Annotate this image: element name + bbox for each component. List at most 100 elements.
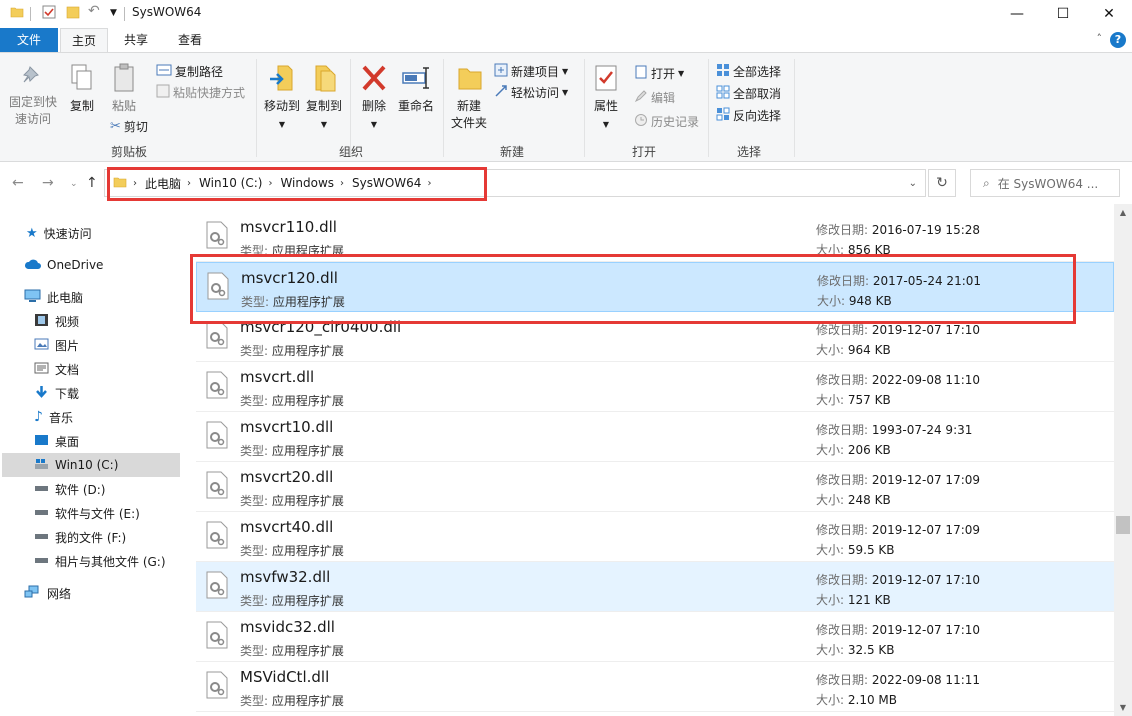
nav-music[interactable]: ♪ 音乐 <box>34 405 73 429</box>
scroll-up-icon[interactable]: ▲ <box>1114 204 1132 221</box>
dll-file-icon <box>206 571 228 599</box>
delete-dropdown-icon: ▼ <box>370 120 378 129</box>
delete-button[interactable]: 删除 ▼ <box>356 63 392 133</box>
copy-path-button[interactable]: 复制路径 <box>156 63 223 80</box>
file-type-value: 应用程序扩展 <box>271 594 344 608</box>
properties-button[interactable]: 属性 ▼ <box>588 63 624 133</box>
file-row[interactable]: msvidc32.dll 类型: 应用程序扩展 修改日期: 2019-12-07 1… <box>196 612 1114 662</box>
nav-this-pc[interactable]: 此电脑 <box>24 285 83 309</box>
history-button[interactable]: 历史记录 <box>634 113 699 130</box>
tab-file[interactable]: 文件 <box>0 28 58 52</box>
nav-onedrive[interactable]: OneDrive <box>24 253 103 277</box>
new-folder-button[interactable]: 新建 文件夹 <box>448 63 490 132</box>
properties-quick-icon[interactable] <box>42 5 56 22</box>
rename-button[interactable]: 重命名 <box>396 63 436 115</box>
file-modified: 修改日期: 2019-12-07 17:10 <box>816 621 980 638</box>
scroll-down-icon[interactable]: ▼ <box>1114 699 1132 716</box>
minimize-button[interactable]: — <box>994 0 1040 28</box>
size-label: 大小: <box>816 593 845 607</box>
invert-selection-button[interactable]: 反向选择 <box>716 107 781 124</box>
pin-quick-access-button[interactable]: 固定到快 速访问 <box>6 63 60 128</box>
select-none-button[interactable]: 全部取消 <box>716 85 781 102</box>
address-history-dropdown-icon[interactable]: ⌄ <box>909 178 917 189</box>
undo-icon[interactable]: ↶ <box>88 3 100 19</box>
collapse-ribbon-icon[interactable]: ˄ <box>1097 32 1103 45</box>
back-arrow-icon[interactable]: ← <box>12 175 24 191</box>
close-button[interactable]: ✕ <box>1086 0 1132 28</box>
nav-label: 软件 (D:) <box>55 482 106 497</box>
tab-view[interactable]: 查看 <box>164 28 216 52</box>
paste-shortcut-button[interactable]: 粘贴快捷方式 <box>156 84 245 101</box>
file-row[interactable]: msvcrt20.dll 类型: 应用程序扩展 修改日期: 2019-12-07 1… <box>196 462 1114 512</box>
edit-button[interactable]: 编辑 <box>634 89 675 106</box>
copy-button[interactable]: 复制 <box>62 63 102 115</box>
file-type: 类型: 应用程序扩展 <box>240 692 344 709</box>
nav-desktop[interactable]: 桌面 <box>34 429 79 453</box>
file-name: msvcrt10.dll <box>240 418 334 436</box>
nav-quick-access[interactable]: ★ 快速访问 <box>26 221 92 245</box>
file-modified-value: 2019-12-07 17:09 <box>871 473 981 487</box>
nav-documents[interactable]: 文档 <box>34 357 79 381</box>
new-item-button[interactable]: 新建项目 ▼ <box>494 63 568 80</box>
scroll-thumb[interactable] <box>1116 516 1130 534</box>
file-row[interactable]: msvcrt40.dll 类型: 应用程序扩展 修改日期: 2019-12-07 1… <box>196 512 1114 562</box>
up-arrow-icon[interactable]: ↑ <box>86 175 98 191</box>
new-folder-quick-icon[interactable] <box>66 5 80 22</box>
file-type-value: 应用程序扩展 <box>271 344 344 358</box>
tab-home[interactable]: 主页 <box>60 28 108 53</box>
file-row[interactable]: MSVidCtl.dll 类型: 应用程序扩展 修改日期: 2022-09-08 1… <box>196 662 1114 712</box>
nav-downloads[interactable]: 下载 <box>34 381 79 405</box>
select-all-button[interactable]: 全部选择 <box>716 63 781 80</box>
paste-button[interactable]: 粘贴 <box>104 63 144 115</box>
easy-access-button[interactable]: 轻松访问 ▼ <box>494 84 568 101</box>
help-icon[interactable]: ? <box>1110 32 1126 48</box>
nav-label: 相片与其他文件 (G:) <box>55 554 166 569</box>
copy-to-label: 复制到 <box>305 99 342 113</box>
file-modified-value: 2019-12-07 17:10 <box>871 623 981 637</box>
recent-locations-icon[interactable]: ⌄ <box>70 179 78 189</box>
modified-label: 修改日期: <box>816 673 869 687</box>
open-icon <box>634 65 648 82</box>
nav-drive-c[interactable]: Win10 (C:) <box>2 453 180 477</box>
customize-quick-access-icon[interactable]: ▼ <box>110 8 117 18</box>
dll-file-icon <box>206 221 228 249</box>
copy-to-dropdown-icon: ▼ <box>320 120 328 129</box>
group-label-open: 打开 <box>631 145 656 159</box>
search-input[interactable]: ⌕ 在 SysWOW64 ... <box>970 169 1120 197</box>
maximize-button[interactable]: ☐ <box>1040 0 1086 28</box>
open-button[interactable]: 打开 ▼ <box>634 65 684 82</box>
nav-pictures[interactable]: 图片 <box>34 333 79 357</box>
scissors-icon: ✂ <box>110 119 121 134</box>
move-to-button[interactable]: 移动到 ▼ <box>262 63 302 133</box>
file-modified: 修改日期: 1993-07-24 9:31 <box>816 421 972 438</box>
nav-drive-g[interactable]: 相片与其他文件 (G:) <box>34 549 166 573</box>
cut-button[interactable]: ✂ 剪切 <box>110 118 148 135</box>
file-size: 大小: 32.5 KB <box>816 641 895 658</box>
file-row[interactable]: msvcrt10.dll 类型: 应用程序扩展 修改日期: 1993-07-24 9… <box>196 412 1114 462</box>
copy-to-button[interactable]: 复制到 ▼ <box>304 63 344 133</box>
file-type: 类型: 应用程序扩展 <box>240 592 344 609</box>
file-type-value: 应用程序扩展 <box>271 544 344 558</box>
nav-videos[interactable]: 视频 <box>34 309 79 333</box>
nav-drive-e[interactable]: 软件与文件 (E:) <box>34 501 140 525</box>
rename-label: 重命名 <box>397 99 434 113</box>
ribbon-tabs: 文件 主页 共享 查看 ˄ ? <box>0 28 1132 53</box>
forward-arrow-icon[interactable]: → <box>42 175 54 191</box>
refresh-button[interactable]: ↻ <box>928 169 956 197</box>
file-type-value: 应用程序扩展 <box>271 494 344 508</box>
dll-file-icon <box>206 621 228 649</box>
invert-selection-icon <box>716 107 730 124</box>
file-modified-value: 2022-09-08 11:11 <box>871 673 981 687</box>
file-name: msvcrt.dll <box>240 368 315 386</box>
nav-drive-f[interactable]: 我的文件 (F:) <box>34 525 126 549</box>
file-row[interactable]: msvcrt.dll 类型: 应用程序扩展 修改日期: 2022-09-08 11:… <box>196 362 1114 412</box>
type-label: 类型: <box>240 444 269 458</box>
easy-access-label: 轻松访问 <box>511 86 560 100</box>
type-label: 类型: <box>240 544 269 558</box>
tab-share[interactable]: 共享 <box>112 28 160 52</box>
nav-drive-d[interactable]: 软件 (D:) <box>34 477 105 501</box>
file-row-hover[interactable]: msvfw32.dll 类型: 应用程序扩展 修改日期: 2019-12-07 17… <box>196 562 1114 612</box>
vertical-scrollbar[interactable]: ▲ ▼ <box>1114 204 1132 716</box>
nav-network[interactable]: 网络 <box>24 581 71 605</box>
file-size: 大小: 206 KB <box>816 441 891 458</box>
